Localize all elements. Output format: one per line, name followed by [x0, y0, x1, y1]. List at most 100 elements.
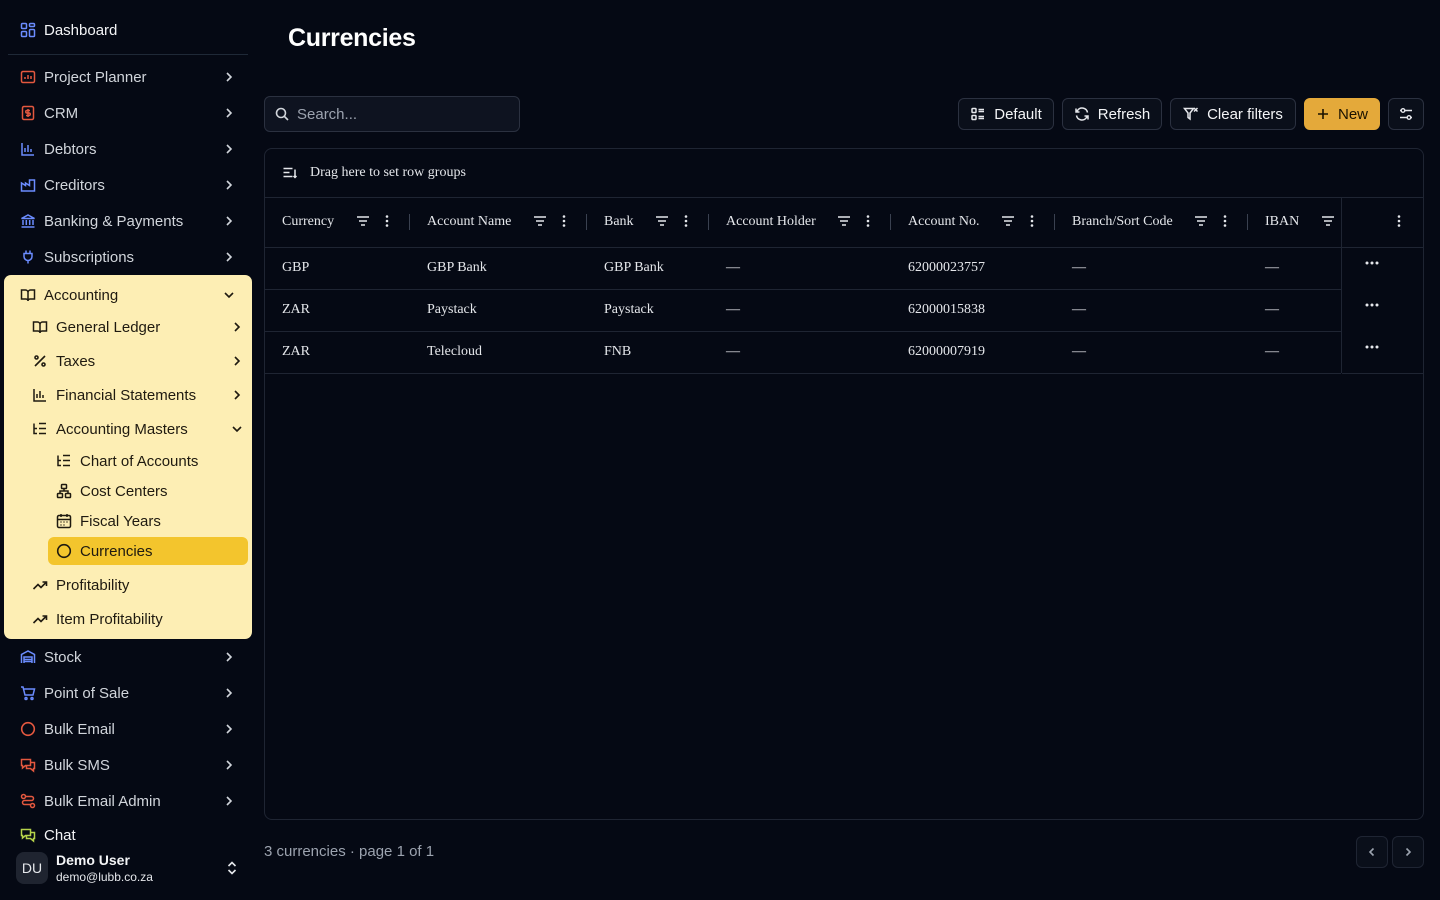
column-header-branch-sort-code[interactable]: Branch/Sort Code — [1072, 197, 1173, 247]
column-menu-icon[interactable] — [557, 214, 571, 228]
new-button[interactable]: New — [1304, 98, 1380, 130]
sidebar-item-point-of-sale[interactable]: Point of Sale — [8, 678, 248, 708]
column-separator[interactable] — [890, 214, 891, 230]
sidebar-item-currencies[interactable]: Currencies — [44, 536, 248, 566]
sidebar-item-profitability[interactable]: Profitability — [20, 570, 248, 600]
sidebar-item-stock[interactable]: Stock — [8, 642, 248, 672]
factory-icon — [20, 179, 36, 192]
user-menu[interactable]: DU Demo User demo@lubb.co.za — [16, 850, 248, 886]
prev-page-button[interactable] — [1356, 836, 1388, 868]
column-header-label: Branch/Sort Code — [1072, 214, 1173, 229]
chevron-right-icon — [226, 72, 233, 82]
new-label: New — [1337, 105, 1368, 123]
sidebar-item-label: Financial Statements — [56, 386, 197, 404]
default-view-label: Default — [994, 105, 1042, 123]
column-header-iban[interactable]: IBAN — [1265, 197, 1299, 247]
sidebar-item-banking[interactable]: Banking & Payments — [8, 206, 248, 236]
column-header-account-holder[interactable]: Account Holder — [726, 197, 816, 247]
sidebar-item-label: Bulk SMS — [44, 756, 110, 774]
column-separator[interactable] — [409, 214, 410, 230]
sidebar-item-creditors[interactable]: Creditors — [8, 170, 248, 200]
column-menu-icon[interactable] — [679, 214, 693, 228]
sidebar-item-general-ledger[interactable]: General Ledger — [20, 312, 248, 342]
circle-icon — [56, 543, 72, 559]
sidebar-item-accounting[interactable]: Accounting — [8, 280, 248, 310]
sidebar-item-debtors[interactable]: Debtors — [8, 134, 248, 164]
cell-iban: — — [1265, 260, 1279, 275]
search-icon — [275, 107, 289, 121]
next-page-button[interactable] — [1392, 836, 1424, 868]
default-view-button[interactable]: Default — [958, 98, 1054, 130]
sidebar-item-financial-statements[interactable]: Financial Statements — [20, 380, 248, 410]
filter-icon[interactable] — [533, 214, 547, 228]
sidebar-item-bulk-email[interactable]: Bulk Email — [8, 714, 248, 744]
chevron-right-icon — [226, 796, 233, 806]
column-header-currency[interactable]: Currency — [282, 197, 334, 247]
column-menu-icon[interactable] — [861, 214, 875, 228]
column-menu-icon[interactable] — [1218, 214, 1232, 228]
cell-iban: — — [1265, 344, 1279, 359]
row-actions-icon[interactable] — [1358, 339, 1386, 359]
sidebar-item-bulk-email-admin[interactable]: Bulk Email Admin — [8, 786, 248, 816]
sidebar-item-label: Bulk Email Admin — [44, 792, 161, 810]
table-row[interactable]: GBP GBP Bank GBP Bank — 62000023757 — — — [265, 247, 1341, 290]
column-separator[interactable] — [586, 214, 587, 230]
filter-icon[interactable] — [655, 214, 669, 228]
sidebar-item-bulk-sms[interactable]: Bulk SMS — [8, 750, 248, 780]
column-header-account-no[interactable]: Account No. — [908, 197, 980, 247]
cell-account-name: GBP Bank — [427, 260, 487, 275]
sidebar-item-chart-of-accounts[interactable]: Chart of Accounts — [44, 446, 248, 476]
search-input[interactable] — [295, 104, 499, 124]
sliders-icon — [1400, 108, 1412, 120]
sidebar-item-accounting-masters[interactable]: Accounting Masters — [20, 414, 248, 444]
refresh-button[interactable]: Refresh — [1062, 98, 1162, 130]
column-header-bank[interactable]: Bank — [604, 197, 634, 247]
filter-icon[interactable] — [356, 214, 370, 228]
sidebar-item-project-planner[interactable]: Project Planner — [8, 62, 248, 92]
column-header-label: Currency — [282, 214, 335, 229]
column-menu-icon[interactable] — [380, 214, 394, 228]
row-group-panel[interactable]: Drag here to set row groups — [265, 149, 1423, 198]
sidebar-item-item-profitability[interactable]: Item Profitability — [20, 604, 248, 634]
column-header-label: Bank — [604, 214, 634, 229]
sidebar-item-dashboard[interactable]: Dashboard — [8, 15, 248, 45]
network-icon — [56, 483, 72, 499]
sidebar-item-crm[interactable]: CRM — [8, 98, 248, 128]
pagination-summary: 3 currencies · page 1 of 1 — [264, 843, 435, 860]
cell-account-name: Paystack — [427, 302, 477, 317]
column-separator[interactable] — [708, 214, 709, 230]
row-actions-icon[interactable] — [1358, 255, 1386, 275]
bar-chart-icon — [33, 389, 46, 402]
search-box[interactable] — [264, 96, 520, 132]
book-open-icon — [20, 289, 36, 302]
filter-icon[interactable] — [1321, 214, 1335, 228]
sidebar-item-fiscal-years[interactable]: Fiscal Years — [44, 506, 248, 536]
column-header-account-name[interactable]: Account Name — [427, 197, 511, 247]
clear-filters-button[interactable]: Clear filters — [1170, 98, 1296, 130]
table-row[interactable]: ZAR Telecloud FNB — 62000007919 — — — [265, 331, 1341, 374]
sidebar-item-subscriptions[interactable]: Subscriptions — [8, 242, 248, 272]
chevron-down-icon — [224, 292, 234, 299]
sidebar-item-label: Point of Sale — [44, 684, 130, 702]
row-actions-icon[interactable] — [1358, 297, 1386, 317]
filter-icon[interactable] — [837, 214, 851, 228]
grid-menu-icon[interactable] — [1392, 214, 1406, 228]
column-separator[interactable] — [1054, 214, 1055, 230]
column-separator[interactable] — [1247, 214, 1248, 230]
warehouse-icon — [20, 650, 36, 663]
chevrons-up-down-icon — [227, 861, 237, 875]
table-row[interactable]: ZAR Paystack Paystack — 62000015838 — — — [265, 289, 1341, 332]
calendar-chart-icon — [20, 70, 36, 84]
filter-icon[interactable] — [1001, 214, 1015, 228]
sidebar-item-label: Creditors — [44, 176, 105, 194]
sidebar-item-cost-centers[interactable]: Cost Centers — [44, 476, 248, 506]
view-layout-icon — [971, 107, 985, 121]
sidebar-item-taxes[interactable]: Taxes — [20, 346, 248, 376]
sidebar-item-chat[interactable]: Chat — [8, 820, 248, 850]
settings-button[interactable] — [1388, 98, 1424, 130]
filter-icon[interactable] — [1194, 214, 1208, 228]
bar-chart-icon — [21, 143, 34, 156]
sidebar-item-label: Accounting — [44, 286, 119, 304]
bank-icon — [21, 214, 35, 228]
column-menu-icon[interactable] — [1025, 214, 1039, 228]
